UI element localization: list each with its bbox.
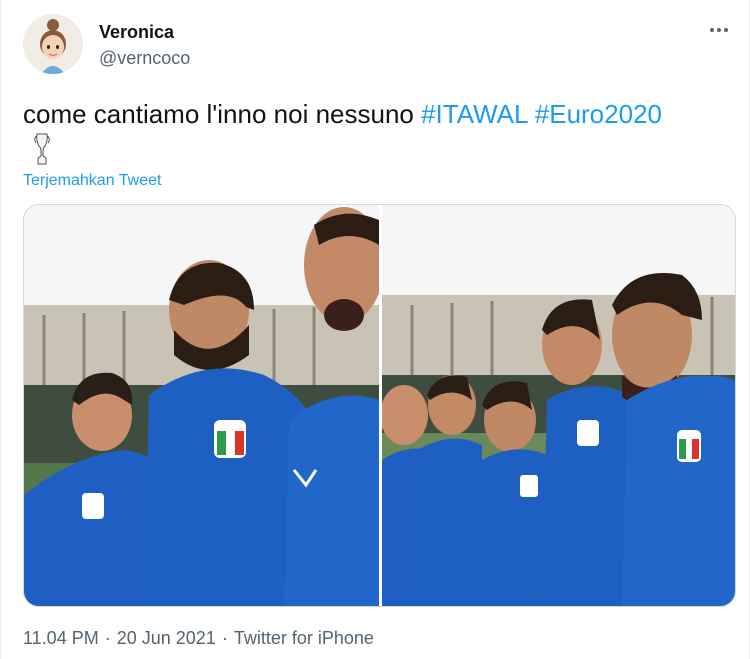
tweet-card: Veronica @verncoco come cantiamo l'inno … [0, 0, 750, 659]
tweet-meta: 11.04 PM · 20 Jun 2021 · Twitter for iPhone [23, 628, 374, 649]
photo-right[interactable] [382, 205, 735, 606]
tweet-time[interactable]: 11.04 PM [23, 628, 99, 648]
tweet-source[interactable]: Twitter for iPhone [234, 628, 374, 648]
trophy-icon [34, 133, 50, 165]
display-name[interactable]: Veronica [99, 22, 174, 43]
translate-tweet-link[interactable]: Terjemahkan Tweet [23, 172, 161, 190]
more-options-icon[interactable] [709, 24, 731, 36]
hashtag-itawal[interactable]: #ITAWAL [421, 99, 527, 129]
memoji-avatar-icon[interactable] [23, 14, 83, 74]
hashtag-euro2020[interactable]: #Euro2020 [535, 99, 662, 129]
media-grid [23, 204, 736, 607]
user-handle[interactable]: @verncoco [99, 48, 190, 69]
photo-left[interactable] [24, 205, 379, 606]
meta-separator: · [104, 628, 111, 648]
tweet-text: come cantiamo l'inno noi nessuno #ITAWAL… [23, 98, 735, 130]
tweet-date[interactable]: 20 Jun 2021 [117, 628, 216, 648]
tweet-body-text: come cantiamo l'inno noi nessuno [23, 99, 422, 129]
meta-separator: · [221, 628, 228, 648]
